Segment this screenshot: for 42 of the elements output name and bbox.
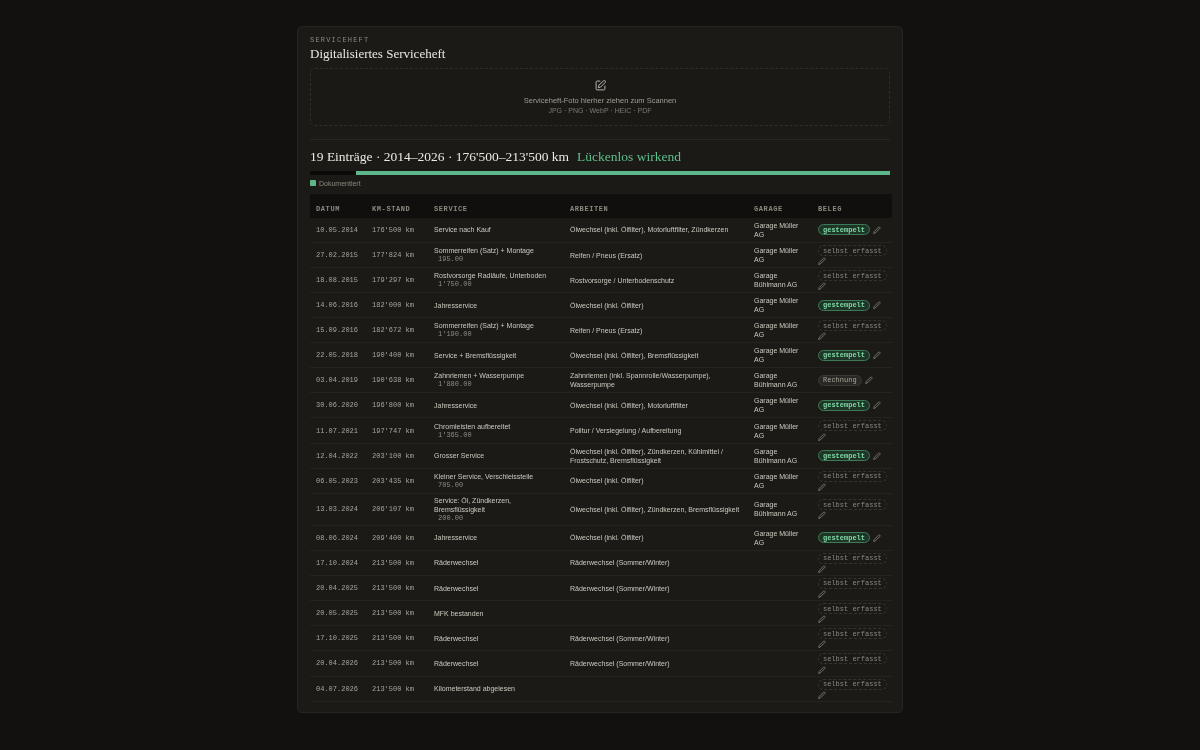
pencil-icon (864, 376, 873, 385)
edit-button[interactable] (818, 640, 826, 649)
pencil-icon (873, 401, 881, 410)
edit-button[interactable] (818, 665, 826, 674)
pencil-icon (873, 301, 881, 310)
pencil-icon (818, 482, 826, 491)
edit-button[interactable] (818, 511, 826, 520)
edit-button[interactable] (818, 590, 826, 599)
pencil-icon (873, 451, 881, 460)
edit-button[interactable] (818, 282, 826, 291)
pencil-icon (818, 640, 826, 649)
pencil-icon (873, 225, 881, 234)
edit-button[interactable] (873, 401, 881, 410)
edit-button[interactable] (864, 376, 873, 385)
pencil-icon (818, 511, 826, 520)
edit-button[interactable] (818, 690, 826, 699)
pencil-icon (873, 533, 881, 542)
pencil-icon (818, 690, 826, 699)
pencil-icon (818, 282, 826, 291)
page-title: Digitalisiertes Serviceheft (310, 46, 447, 62)
pencil-icon (818, 257, 826, 266)
verdict-label: Lückenlos wirkend (577, 148, 681, 165)
edit-button[interactable] (873, 301, 881, 310)
pencil-icon (873, 351, 881, 360)
pencil-icon (818, 432, 826, 441)
pencil-icon (818, 332, 826, 341)
summary-heading: 19 Einträge · 2014–2026 · 176'500–213'500 km (310, 148, 570, 165)
edit-button[interactable] (818, 564, 826, 573)
pencil-square-icon (594, 79, 606, 91)
pencil-icon (818, 590, 826, 599)
edit-button[interactable] (873, 225, 881, 234)
edit-button[interactable] (818, 615, 826, 624)
edit-button[interactable] (818, 482, 826, 491)
pencil-icon (818, 615, 826, 624)
edit-button[interactable] (818, 257, 826, 266)
edit-button[interactable] (873, 351, 881, 360)
pencil-icon (818, 665, 826, 674)
edit-button[interactable] (818, 332, 826, 341)
edit-button[interactable] (873, 451, 881, 460)
edit-button[interactable] (818, 432, 826, 441)
pencil-icon (818, 564, 826, 573)
edit-button[interactable] (873, 533, 881, 542)
